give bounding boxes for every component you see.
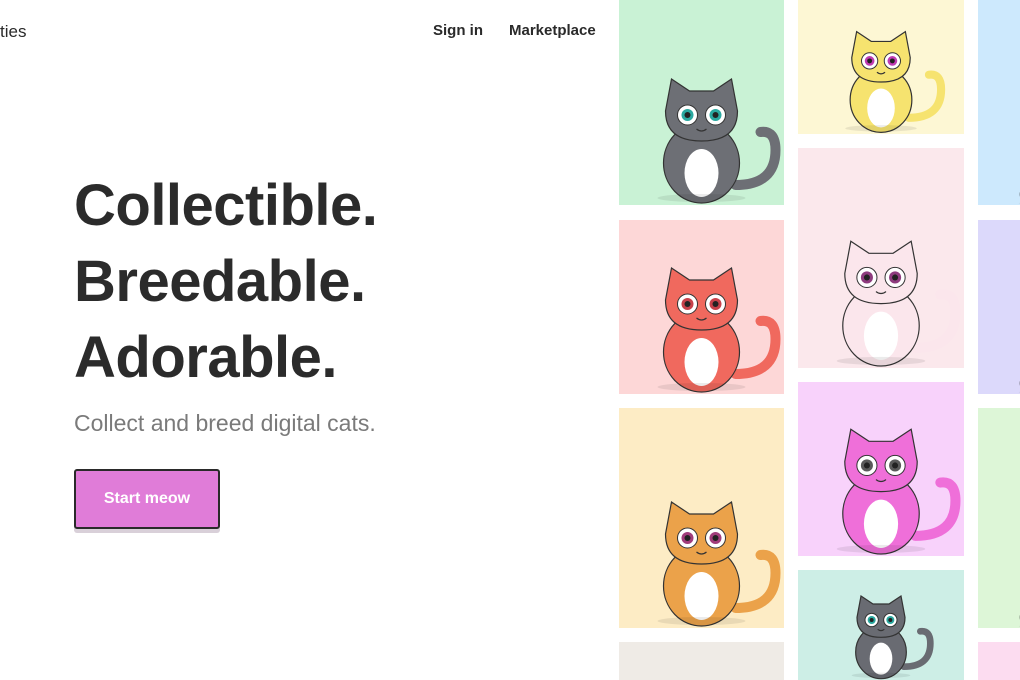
brand-logo[interactable]: ties [0, 22, 26, 42]
headline-adorable: Adorable. [74, 325, 338, 390]
lavender-tile-tile[interactable] [978, 220, 1020, 394]
grey-cat-bottom-icon [851, 594, 934, 680]
magenta-cat-tile[interactable] [798, 382, 964, 556]
red-cat-icon [657, 266, 781, 393]
blue-tile-icon [1018, 191, 1020, 204]
orange-spotted-cat-icon [657, 500, 781, 627]
top-nav: Sign in Marketplace [433, 22, 596, 39]
start-meow-button[interactable]: Start meow [74, 469, 220, 529]
light-green-tile-icon [1018, 614, 1020, 627]
hero: Collectible. Breedable. Adorable. Collec… [74, 168, 378, 437]
pale-pink-cat-tile[interactable] [798, 148, 964, 368]
yellow-cat-tile[interactable] [798, 0, 964, 134]
pale-pink-cat-icon [836, 240, 961, 367]
sign-in-link[interactable]: Sign in [433, 22, 483, 39]
light-green-tile-tile[interactable] [978, 408, 1020, 628]
headline-breedable: Breedable. [74, 249, 366, 314]
marketplace-link[interactable]: Marketplace [509, 22, 596, 39]
hero-subtitle: Collect and breed digital cats. [74, 410, 376, 436]
pink-tile-bottom-tile[interactable] [978, 642, 1020, 680]
blue-tile-tile[interactable] [978, 0, 1020, 205]
beige-tile-tile[interactable] [619, 642, 784, 680]
grey-cat-bottom-tile[interactable] [798, 570, 964, 680]
grey-tabby-cat-tile[interactable] [619, 0, 784, 205]
red-cat-tile[interactable] [619, 220, 784, 394]
headline-collectible: Collectible. [74, 173, 378, 238]
grey-tabby-cat-icon [657, 77, 781, 204]
magenta-cat-icon [836, 428, 961, 555]
orange-spotted-cat-tile[interactable] [619, 408, 784, 628]
yellow-cat-icon [845, 30, 946, 133]
lavender-tile-icon [1018, 380, 1020, 393]
